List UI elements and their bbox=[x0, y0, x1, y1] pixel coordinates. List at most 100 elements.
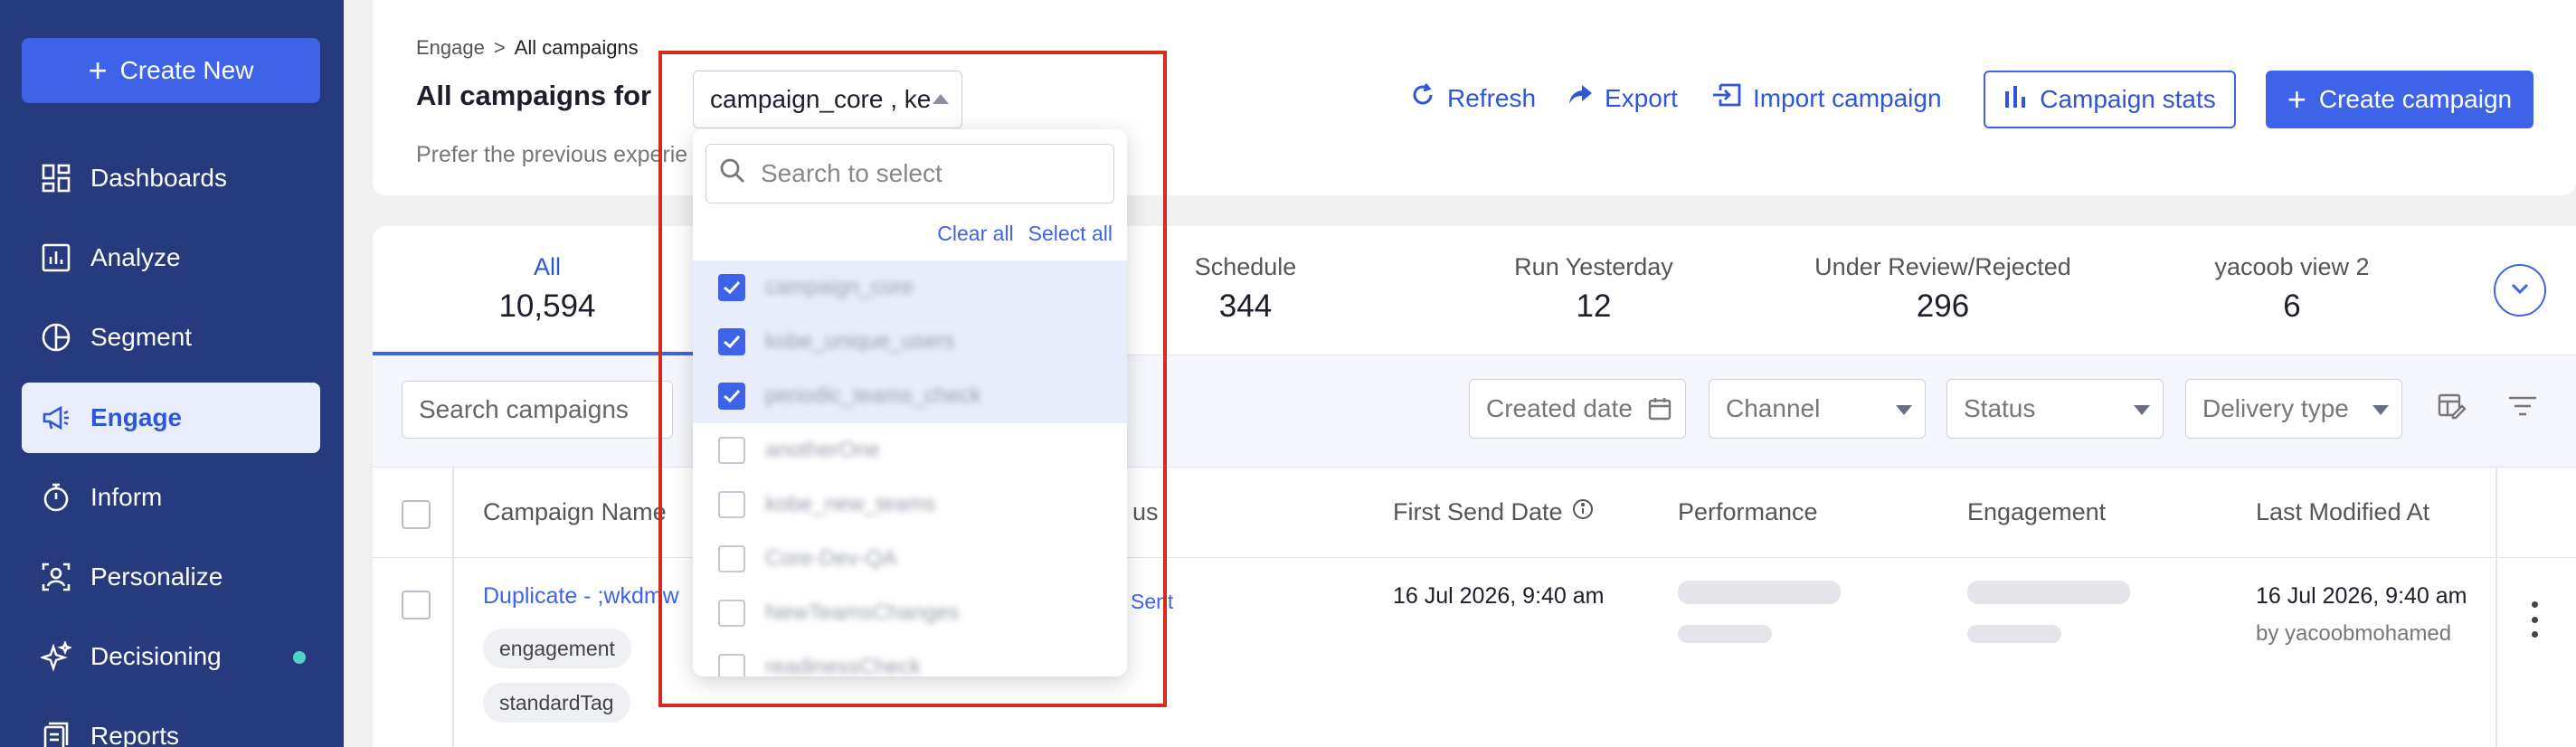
option-label: campaign_core bbox=[765, 275, 914, 299]
column-label: us bbox=[1132, 498, 1159, 525]
dropdown-option[interactable]: Core-Dev-QA bbox=[693, 532, 1127, 586]
option-label: readinessCheck bbox=[765, 655, 922, 676]
sidebar-item-dashboards[interactable]: Dashboards bbox=[22, 143, 320, 213]
status-filter[interactable]: Status bbox=[1946, 379, 2164, 439]
sidebar-item-reports[interactable]: Reports bbox=[22, 701, 320, 747]
checkbox-checked-icon bbox=[718, 328, 745, 355]
filter-icon[interactable] bbox=[2507, 393, 2538, 423]
sidebar-item-label: Decisioning bbox=[90, 642, 222, 670]
refresh-button[interactable]: Refresh bbox=[1409, 81, 1536, 115]
tab-count: 6 bbox=[2283, 288, 2301, 324]
status-sent: Sent bbox=[1131, 590, 1174, 613]
row-checkbox[interactable] bbox=[402, 591, 431, 619]
breadcrumb-current: All campaigns bbox=[514, 36, 639, 59]
column-divider bbox=[2496, 468, 2497, 747]
created-date-filter[interactable]: Created date bbox=[1469, 379, 1686, 439]
workspace-dropdown: Search to select Clear all Select all ca… bbox=[693, 129, 1127, 676]
info-icon[interactable] bbox=[1572, 498, 1594, 526]
create-new-button[interactable]: + Create New bbox=[22, 38, 320, 103]
stats-icon bbox=[2003, 84, 2027, 116]
dropdown-option[interactable]: NewTeamsChanges bbox=[693, 586, 1127, 640]
dropdown-option[interactable]: readinessCheck bbox=[693, 640, 1127, 676]
dropdown-option[interactable]: kobe_unique_users bbox=[693, 315, 1127, 369]
engagement-skeleton bbox=[1967, 625, 2061, 643]
tab-label: Schedule bbox=[1194, 253, 1297, 280]
tab-under-review[interactable]: Under Review/Rejected 296 bbox=[1814, 253, 2071, 325]
report-icon bbox=[38, 718, 74, 747]
sidebar-item-personalize[interactable]: Personalize bbox=[22, 542, 320, 612]
sidebar-item-label: Reports bbox=[90, 722, 180, 747]
dropdown-option[interactable]: anotherOne bbox=[693, 423, 1127, 478]
checkbox-checked-icon bbox=[718, 274, 745, 301]
column-first-send-date[interactable]: First Send Date bbox=[1393, 498, 1594, 526]
tab-label: Run Yesterday bbox=[1514, 253, 1673, 280]
sidebar-item-analyze[interactable]: Analyze bbox=[22, 222, 320, 293]
tab-yacoob-view-2[interactable]: yacoob view 2 6 bbox=[2214, 253, 2369, 325]
dashboard-icon bbox=[38, 160, 74, 196]
import-campaign-button[interactable]: Import campaign bbox=[1711, 81, 1942, 115]
first-send-date: 16 Jul 2026, 9:40 am bbox=[1393, 583, 1605, 609]
column-label: Engagement bbox=[1967, 498, 2107, 525]
checkbox-empty-icon bbox=[718, 545, 745, 572]
option-label: kobe_new_teams bbox=[765, 492, 936, 516]
workspace-select[interactable]: campaign_core , kе bbox=[693, 71, 962, 128]
create-campaign-button[interactable]: + Create campaign bbox=[2266, 71, 2533, 128]
sidebar-item-inform[interactable]: Inform bbox=[22, 462, 320, 533]
sidebar-item-decisioning[interactable]: Decisioning bbox=[22, 621, 320, 692]
prefer-previous-text: Prefer the previous experie bbox=[416, 142, 688, 167]
sidebar-item-label: Personalize bbox=[90, 563, 223, 591]
delivery-type-filter[interactable]: Delivery type bbox=[2185, 379, 2402, 439]
import-label: Import campaign bbox=[1753, 83, 1942, 112]
select-all-link[interactable]: Select all bbox=[1028, 222, 1113, 246]
column-status[interactable]: us bbox=[1132, 498, 1159, 526]
row-more-menu[interactable] bbox=[2525, 601, 2543, 638]
import-icon bbox=[1711, 81, 1742, 115]
column-performance[interactable]: Performance bbox=[1678, 498, 1818, 526]
column-campaign-name[interactable]: Campaign Name bbox=[483, 498, 667, 526]
option-label: kobe_unique_users bbox=[765, 329, 955, 354]
column-divider bbox=[452, 468, 454, 747]
pie-chart-icon bbox=[38, 319, 74, 355]
breadcrumb: Engage > All campaigns bbox=[416, 36, 639, 60]
performance-skeleton bbox=[1678, 625, 1772, 643]
breadcrumb-root[interactable]: Engage bbox=[416, 36, 485, 59]
select-all-checkbox[interactable] bbox=[402, 500, 431, 529]
tab-schedule[interactable]: Schedule 344 bbox=[1195, 253, 1297, 325]
last-modified-date: 16 Jul 2026, 9:40 am bbox=[2256, 583, 2467, 609]
workspace-select-value: campaign_core , kе bbox=[710, 85, 932, 113]
campaign-stats-button[interactable]: Campaign stats bbox=[1984, 71, 2236, 128]
option-label: periodic_teams_check bbox=[765, 383, 981, 408]
column-engagement[interactable]: Engagement bbox=[1967, 498, 2106, 526]
sparkle-icon bbox=[38, 638, 74, 675]
dropdown-option[interactable]: kobe_new_teams bbox=[693, 478, 1127, 532]
campaign-name-link[interactable]: Duplicate - ;wkdmw bbox=[483, 583, 679, 610]
dropdown-option[interactable]: campaign_core bbox=[693, 260, 1127, 315]
sidebar-item-engage[interactable]: Engage bbox=[22, 383, 320, 453]
export-label: Export bbox=[1605, 83, 1678, 112]
more-tabs-button[interactable] bbox=[2494, 264, 2546, 317]
dropdown-option[interactable]: periodic_teams_check bbox=[693, 369, 1127, 423]
tab-run-yesterday[interactable]: Run Yesterday 12 bbox=[1514, 253, 1673, 325]
option-label: anotherOne bbox=[765, 438, 880, 462]
sidebar-item-label: Segment bbox=[90, 323, 193, 351]
search-campaigns-input[interactable]: Search campaigns bbox=[402, 381, 673, 439]
tab-all[interactable]: All 10,594 bbox=[498, 253, 595, 325]
plus-icon: + bbox=[88, 52, 108, 89]
campaign-stats-label: Campaign stats bbox=[2040, 85, 2216, 113]
tab-label: All bbox=[533, 253, 561, 280]
sidebar-item-label: Dashboards bbox=[90, 164, 227, 192]
edit-columns-icon[interactable] bbox=[2437, 392, 2467, 425]
clear-all-link[interactable]: Clear all bbox=[937, 222, 1013, 246]
column-last-modified[interactable]: Last Modified At bbox=[2256, 498, 2429, 526]
export-button[interactable]: Export bbox=[1567, 81, 1678, 115]
column-label: Campaign Name bbox=[483, 498, 667, 525]
sidebar-item-segment[interactable]: Segment bbox=[22, 302, 320, 373]
dropdown-search-input[interactable]: Search to select bbox=[706, 144, 1114, 203]
created-date-label: Created date bbox=[1486, 394, 1633, 422]
option-label: Core-Dev-QA bbox=[765, 546, 897, 571]
chevron-down-icon bbox=[2510, 282, 2530, 299]
channel-filter[interactable]: Channel bbox=[1709, 379, 1926, 439]
export-arrow-icon bbox=[1567, 81, 1594, 115]
column-label: Last Modified At bbox=[2256, 498, 2430, 525]
dropdown-search-placeholder: Search to select bbox=[761, 159, 942, 187]
